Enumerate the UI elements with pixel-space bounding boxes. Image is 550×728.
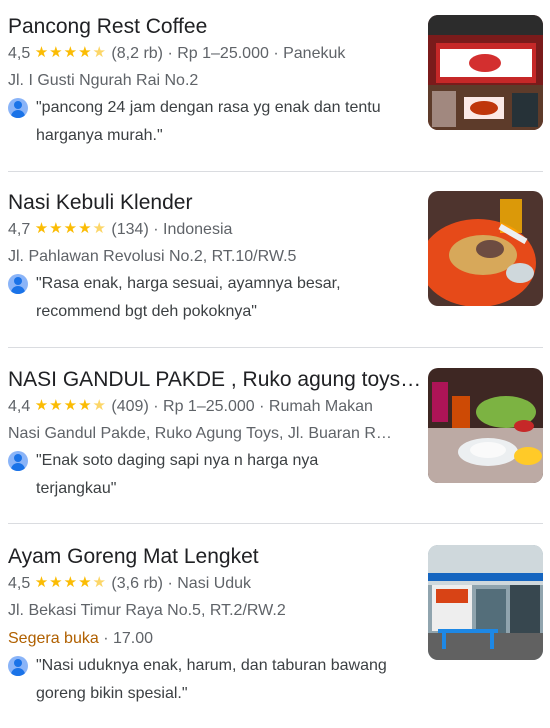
open-status-label: Segera buka (8, 630, 99, 647)
review-text-line-2: goreng bikin spesial." (36, 685, 188, 702)
star-icon: ★ (63, 220, 79, 237)
place-category: Nasi Uduk (177, 575, 252, 592)
review-text-line-1: "Nasi uduknya enak, harum, dan taburan b… (36, 657, 387, 674)
place-name[interactable]: Ayam Goreng Mat Lengket (8, 544, 428, 570)
review-text-line-1: "pancong 24 jam dengan rasa yg enak dan … (36, 99, 381, 116)
place-address: Jl. I Gusti Ngurah Rai No.2 (8, 72, 199, 89)
separator: · (167, 45, 173, 62)
star-rating: ★★★★★ (35, 218, 107, 240)
half-star-icon: ★ (92, 574, 107, 591)
star-icon: ★ (78, 220, 93, 237)
star-icon: ★ (49, 220, 64, 237)
review-snippet: "pancong 24 jam dengan rasa yg enak dan … (8, 94, 408, 150)
review-snippet: "Nasi uduknya enak, harum, dan taburan b… (8, 652, 408, 708)
place-name[interactable]: NASI GANDUL PAKDE , Ruko agung toys… (8, 367, 428, 393)
review-text-line-1: "Rasa enak, harga sesuai, ayamnya besar, (36, 275, 341, 292)
review-text-line-2: recommend bgt deh pokoknya" (36, 303, 257, 320)
rating-value: 4,4 (8, 398, 31, 415)
review-count: (409) (111, 398, 149, 415)
divider (8, 523, 543, 524)
rating-value: 4,5 (8, 45, 31, 62)
star-icon: ★ (78, 397, 93, 414)
place-category: Rumah Makan (268, 398, 373, 415)
review-snippet: "Enak soto daging sapi nya n harga nya t… (8, 447, 408, 503)
review-count: (8,2 rb) (111, 45, 163, 62)
review-text-line-2: terjangkau" (36, 480, 117, 497)
star-icon: ★ (78, 574, 93, 591)
star-icon: ★ (49, 397, 64, 414)
star-rating: ★★★★★ (35, 42, 107, 64)
separator: · (153, 398, 159, 415)
opening-status: Segera buka · 17.00 (8, 628, 153, 650)
star-icon: ★ (78, 44, 93, 61)
place-meta: 4,5 ★★★★★ (3,6 rb) · Nasi Uduk (8, 572, 428, 595)
place-name[interactable]: Pancong Rest Coffee (8, 14, 428, 40)
user-avatar-icon (8, 656, 28, 676)
divider (8, 171, 543, 172)
opening-time: 17.00 (112, 630, 154, 647)
place-meta: 4,4 ★★★★★ (409) · Rp 1–25.000 · Rumah Ma… (8, 395, 428, 418)
place-photo[interactable] (428, 191, 543, 306)
place-address: Jl. Pahlawan Revolusi No.2, RT.10/RW.5 (8, 248, 297, 265)
user-avatar-icon (8, 98, 28, 118)
star-icon: ★ (63, 574, 79, 591)
place-address: Jl. Bekasi Timur Raya No.5, RT.2/RW.2 (8, 602, 286, 619)
place-meta: 4,7 ★★★★★ (134) · Indonesia (8, 218, 428, 241)
star-icon: ★ (63, 397, 79, 414)
rating-value: 4,5 (8, 575, 31, 592)
separator: · (167, 575, 173, 592)
user-avatar-icon (8, 451, 28, 471)
price-range: Rp 1–25.000 (177, 45, 269, 62)
place-meta: 4,5 ★★★★★ (8,2 rb) · Rp 1–25.000 · Panek… (8, 42, 428, 65)
review-text-line-1: "Enak soto daging sapi nya n harga nya (36, 452, 319, 469)
place-photo[interactable] (428, 545, 543, 660)
star-icon: ★ (49, 44, 64, 61)
user-avatar-icon (8, 274, 28, 294)
separator: · (103, 630, 109, 647)
separator: · (273, 45, 279, 62)
star-icon: ★ (34, 574, 50, 591)
place-name[interactable]: Nasi Kebuli Klender (8, 190, 428, 216)
review-text-line-2: harganya murah." (36, 127, 163, 144)
place-category: Panekuk (283, 45, 346, 62)
separator: · (259, 398, 265, 415)
place-photo[interactable] (428, 368, 543, 483)
review-count: (134) (111, 221, 149, 238)
half-star-icon: ★ (92, 44, 107, 61)
review-snippet: "Rasa enak, harga sesuai, ayamnya besar,… (8, 270, 408, 326)
price-range: Rp 1–25.000 (163, 398, 255, 415)
separator: · (153, 221, 159, 238)
half-star-icon: ★ (92, 220, 107, 237)
star-rating: ★★★★★ (35, 395, 107, 417)
rating-value: 4,7 (8, 221, 31, 238)
place-photo[interactable] (428, 15, 543, 130)
star-icon: ★ (34, 44, 50, 61)
divider (8, 347, 543, 348)
review-count: (3,6 rb) (111, 575, 163, 592)
star-icon: ★ (34, 397, 50, 414)
place-category: Indonesia (163, 221, 233, 238)
star-icon: ★ (63, 44, 79, 61)
star-icon: ★ (49, 574, 64, 591)
place-address: Nasi Gandul Pakde, Ruko Agung Toys, Jl. … (8, 425, 392, 442)
star-icon: ★ (34, 220, 50, 237)
half-star-icon: ★ (92, 397, 107, 414)
star-rating: ★★★★★ (35, 572, 107, 594)
